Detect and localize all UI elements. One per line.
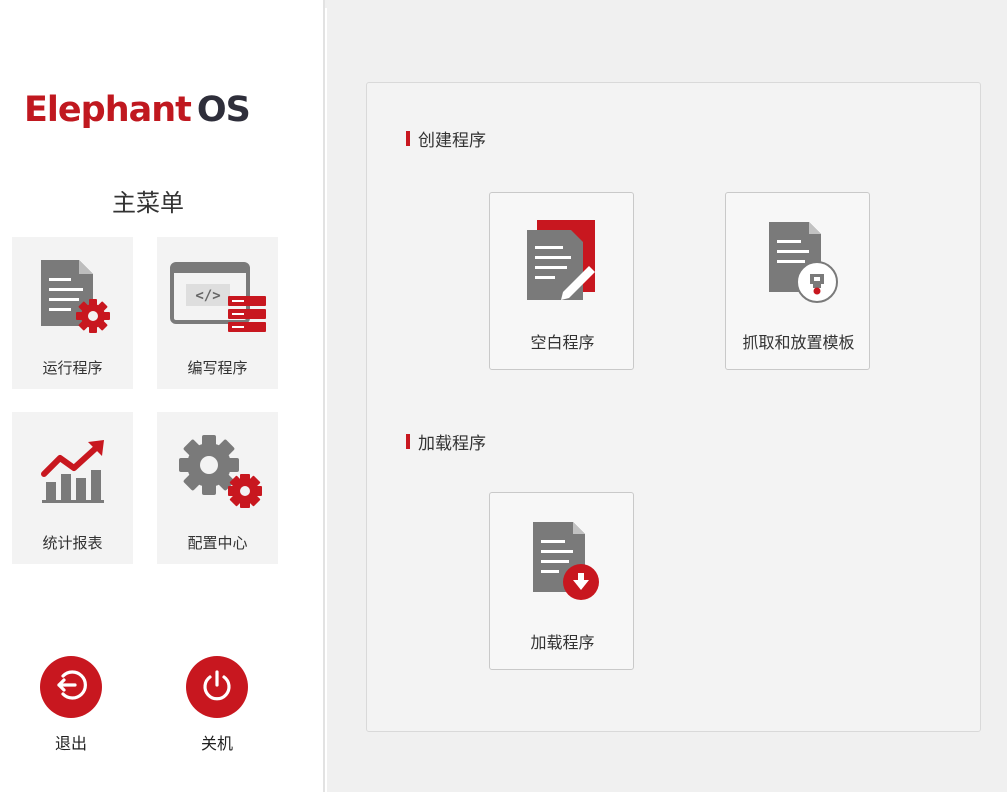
logo-text-os: OS bbox=[196, 90, 251, 130]
logout-button[interactable] bbox=[40, 656, 102, 718]
card-blank-program[interactable]: 空白程序 bbox=[489, 192, 634, 370]
card-label: 加载程序 bbox=[530, 633, 595, 652]
tile-run-program[interactable]: 运行程序 bbox=[12, 237, 133, 389]
program-panel: 创建程序 空白程序 抓取和放置模板 加载程序 加载程序 bbox=[366, 82, 981, 732]
logout-icon bbox=[53, 667, 89, 707]
tile-label: 运行程序 bbox=[42, 359, 103, 377]
section-title-text: 创建程序 bbox=[418, 131, 486, 151]
pick-place-template-icon bbox=[726, 211, 871, 311]
logout-label: 退出 bbox=[54, 734, 87, 753]
settings-gears-icon bbox=[157, 426, 278, 516]
shutdown-label: 关机 bbox=[200, 734, 233, 753]
chart-report-icon bbox=[12, 426, 133, 516]
card-pick-place-template[interactable]: 抓取和放置模板 bbox=[725, 192, 870, 370]
run-program-icon bbox=[12, 251, 133, 341]
tile-label: 编写程序 bbox=[187, 359, 248, 377]
tile-write-program[interactable]: </> 编写程序 bbox=[157, 237, 278, 389]
section-title-load: 加载程序 bbox=[406, 429, 486, 454]
tile-statistics-report[interactable]: 统计报表 bbox=[12, 412, 133, 564]
svg-text:</>: </> bbox=[195, 288, 220, 304]
main-area: 创建程序 空白程序 抓取和放置模板 加载程序 加载程序 bbox=[327, 8, 1007, 792]
code-editor-icon: </> bbox=[157, 251, 278, 341]
main-menu-title: 主菜单 bbox=[112, 189, 184, 217]
tile-config-center[interactable]: 配置中心 bbox=[157, 412, 278, 564]
tile-label: 统计报表 bbox=[42, 534, 103, 552]
app-logo: Elephant OS bbox=[24, 90, 251, 130]
card-load-program[interactable]: 加载程序 bbox=[489, 492, 634, 670]
section-title-create: 创建程序 bbox=[406, 126, 486, 151]
blank-program-icon bbox=[490, 211, 635, 311]
section-marker bbox=[406, 131, 410, 146]
section-marker bbox=[406, 434, 410, 449]
shutdown-button[interactable] bbox=[186, 656, 248, 718]
card-label: 空白程序 bbox=[530, 333, 595, 352]
card-label: 抓取和放置模板 bbox=[742, 333, 855, 352]
power-icon bbox=[199, 667, 235, 707]
sidebar: Elephant OS 主菜单 运行程序 </> 编写程序 统计报表 配置中心 … bbox=[0, 0, 325, 792]
load-program-icon bbox=[490, 511, 635, 611]
logo-text-elephant: Elephant bbox=[24, 90, 192, 130]
section-title-text: 加载程序 bbox=[418, 434, 486, 454]
tile-label: 配置中心 bbox=[187, 534, 248, 552]
